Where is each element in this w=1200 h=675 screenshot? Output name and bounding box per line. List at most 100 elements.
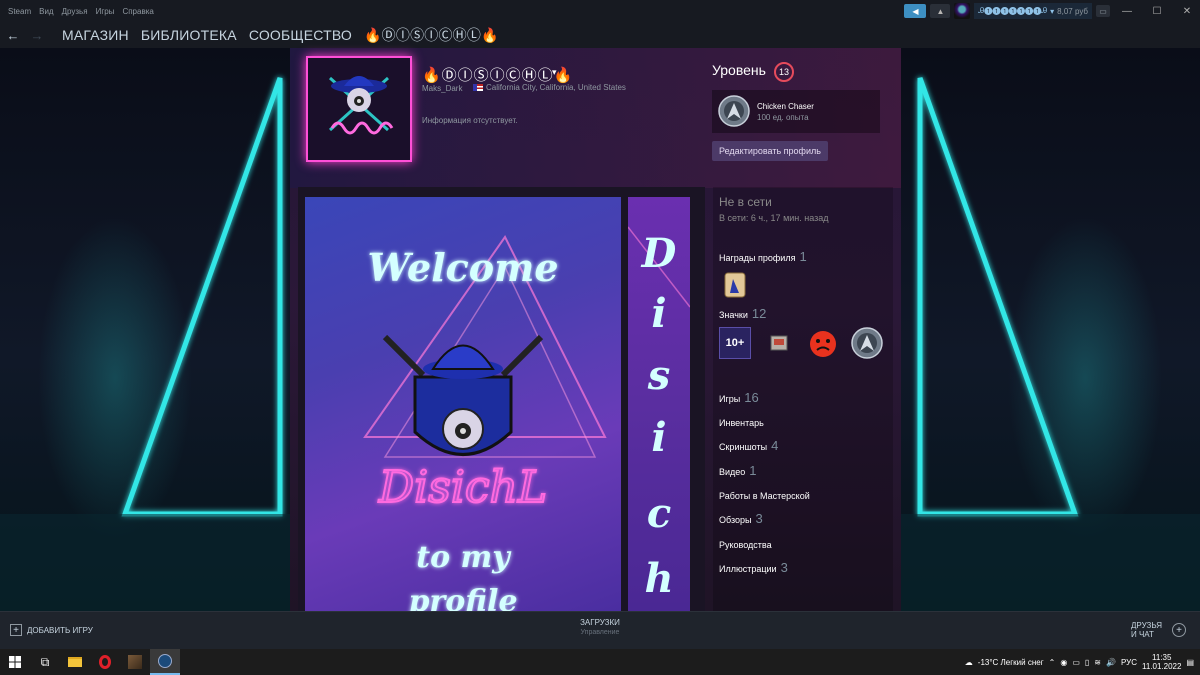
big-picture-icon[interactable]: ▭ xyxy=(1096,5,1110,17)
back-arrow-icon[interactable]: ← xyxy=(4,28,22,43)
screenshots-count: 4 xyxy=(771,438,779,453)
inventory-link[interactable]: Инвентарь xyxy=(719,418,764,428)
logo-text: DisichL xyxy=(378,462,547,513)
side-letter-3: s xyxy=(647,352,671,399)
featured-badge[interactable]: Chicken Chaser 100 ед. опыта xyxy=(712,90,880,133)
workshop-link[interactable]: Работы в Мастерской xyxy=(719,491,810,501)
guides-link[interactable]: Руководства xyxy=(719,540,772,550)
games-link[interactable]: Игры 16 xyxy=(719,390,759,405)
edit-profile-button[interactable]: Редактировать профиль xyxy=(712,141,828,161)
steam-tray-icon[interactable]: ◉ xyxy=(1060,658,1067,667)
awards-count: 1 xyxy=(799,249,807,264)
downloads-button[interactable]: ЗАГРУЗКИ Управление xyxy=(560,618,640,636)
level-badge[interactable]: 13 xyxy=(774,62,794,82)
weather-cloud-icon[interactable]: ☁ xyxy=(965,658,973,667)
clock[interactable]: 11:35 11.01.2022 xyxy=(1142,653,1181,671)
nav-library[interactable]: БИБЛИОТЕКА xyxy=(141,27,237,43)
language-indicator[interactable]: РУС xyxy=(1121,658,1137,667)
task-view-icon[interactable]: ⧉ xyxy=(30,649,60,675)
menu-steam[interactable]: Steam xyxy=(8,7,31,16)
windows-logo-icon xyxy=(9,656,21,668)
last-online: В сети: 6 ч., 17 мин. назад xyxy=(719,213,829,223)
menu-games[interactable]: Игры xyxy=(96,7,115,16)
steam-taskbar-icon[interactable] xyxy=(150,649,180,675)
broadcast-icon[interactable]: ◀ xyxy=(904,4,927,18)
chicken-chaser-small-badge-icon[interactable] xyxy=(851,327,883,359)
maximize-button[interactable]: ☐ xyxy=(1144,0,1170,22)
friends-line-1: ДРУЗЬЯ xyxy=(1131,621,1162,630)
forward-arrow-icon[interactable]: → xyxy=(28,28,46,43)
account-avatar[interactable] xyxy=(954,3,971,19)
featured-badge-name: Chicken Chaser xyxy=(757,102,814,111)
menu-view[interactable]: Вид xyxy=(39,7,53,16)
showcase-artwork-main[interactable]: Welcome DisichL to my profile xyxy=(305,197,621,611)
close-button[interactable]: ✕ xyxy=(1174,0,1200,22)
profile-summary: Информация отсутствует. xyxy=(422,116,518,125)
side-artwork-image: D i s i c h xyxy=(628,226,690,602)
side-letter-5: c xyxy=(647,490,671,537)
account-menu[interactable]: Ꭿ❶❶❶❶❶❶❶Ꭿ ▾ 8,07 руб xyxy=(974,3,1092,19)
friends-line-2: И ЧАТ xyxy=(1131,630,1154,639)
welcome-text: Welcome xyxy=(367,245,558,290)
minimize-button[interactable]: — xyxy=(1114,0,1140,22)
game-app-icon[interactable] xyxy=(120,649,150,675)
artwork-count: 3 xyxy=(780,560,788,575)
profile-right-column: Не в сети В сети: 6 ч., 17 мин. назад На… xyxy=(713,187,893,611)
us-flag-icon xyxy=(473,84,483,91)
artwork-link[interactable]: Иллюстрации 3 xyxy=(719,560,788,575)
weather-text[interactable]: -13°C Легкий снег xyxy=(978,658,1044,667)
side-letter-1: D xyxy=(641,230,677,277)
screenshots-link[interactable]: Скриншоты 4 xyxy=(719,438,778,453)
side-letter-4: i xyxy=(651,414,666,461)
videos-count: 1 xyxy=(749,463,757,478)
menu-friends[interactable]: Друзья xyxy=(62,7,88,16)
screenshots-label: Скриншоты xyxy=(719,442,768,452)
network-icon[interactable]: ▭ xyxy=(1072,658,1080,667)
angry-face-badge-icon[interactable] xyxy=(807,327,839,359)
windows-start-icon[interactable] xyxy=(0,649,30,675)
notification-center-icon[interactable]: ▤ xyxy=(1186,658,1194,667)
videos-label: Видео xyxy=(719,467,746,477)
add-game-button[interactable]: + ДОБАВИТЬ ИГРУ xyxy=(10,624,93,636)
awards-label: Награды профиля xyxy=(719,253,796,263)
nav-store[interactable]: МАГАЗИН xyxy=(62,27,129,43)
game-card-badge-icon[interactable] xyxy=(763,327,795,359)
system-tray: ☁ -13°C Легкий снег ⌃ ◉ ▭ ▯ ≋ 🔊 РУС 11:3… xyxy=(965,649,1200,675)
badges-link[interactable]: Значки 12 xyxy=(719,306,766,321)
opera-browser-icon[interactable] xyxy=(90,649,120,675)
badges-label: Значки xyxy=(719,310,748,320)
volume-icon[interactable]: 🔊 xyxy=(1106,658,1116,667)
battery-icon[interactable]: ▯ xyxy=(1085,658,1089,667)
nav-profile[interactable]: 🔥ⒹⒾⓈⒾⒸⒽⓁ🔥 xyxy=(364,25,499,45)
wifi-icon[interactable]: ≋ xyxy=(1094,658,1101,667)
persona-name: 🔥ⒹⒾⓈⒾⒸⒽⓁ🔥 xyxy=(422,67,574,84)
file-explorer-icon[interactable] xyxy=(60,649,90,675)
online-status: Не в сети xyxy=(719,195,772,209)
level-label: Уровень xyxy=(712,62,766,78)
side-letter-6: h xyxy=(644,555,673,602)
plus-circle-icon: + xyxy=(1172,623,1186,637)
menu-help[interactable]: Справка xyxy=(122,7,153,16)
profile-avatar[interactable] xyxy=(306,56,412,162)
games-count: 16 xyxy=(744,390,759,405)
years-of-service-badge-icon[interactable]: 10+ xyxy=(719,327,751,359)
profile-panel: 🔥ⒹⒾⓈⒾⒸⒽⓁ🔥 ▾ Maks_Dark California City, C… xyxy=(290,48,901,611)
friends-chat-button[interactable]: ДРУЗЬЯ И ЧАТ + xyxy=(1131,621,1186,639)
steam-nav-bar: ← → МАГАЗИН БИБЛИОТЕКА СООБЩЕСТВО 🔥ⒹⒾⓈⒾⒸ… xyxy=(0,22,1200,48)
profile-awards-link[interactable]: Награды профиля 1 xyxy=(719,249,807,264)
steam-bottom-bar: + ДОБАВИТЬ ИГРУ ЗАГРУЗКИ Управление ДРУЗ… xyxy=(0,611,1200,649)
nav-community[interactable]: СООБЩЕСТВО xyxy=(249,27,352,43)
clock-date: 11.01.2022 xyxy=(1141,662,1182,671)
scroll-award-icon[interactable] xyxy=(719,269,751,301)
tray-chevron-up-icon[interactable]: ⌃ xyxy=(1049,658,1056,667)
artwork-label: Иллюстрации xyxy=(719,564,777,574)
showcase-artwork-side[interactable]: D i s i c h xyxy=(628,197,690,611)
downloads-sublabel: Управление xyxy=(580,629,620,636)
persona-dropdown-icon[interactable]: ▾ xyxy=(552,67,557,78)
wallet-balance: 8,07 руб xyxy=(1057,6,1088,16)
videos-link[interactable]: Видео 1 xyxy=(719,463,757,478)
badges-count: 12 xyxy=(751,306,767,321)
notification-bell-icon[interactable]: ▲ xyxy=(930,4,951,18)
avatar-logo-image xyxy=(308,58,410,160)
reviews-link[interactable]: Обзоры 3 xyxy=(719,511,763,526)
